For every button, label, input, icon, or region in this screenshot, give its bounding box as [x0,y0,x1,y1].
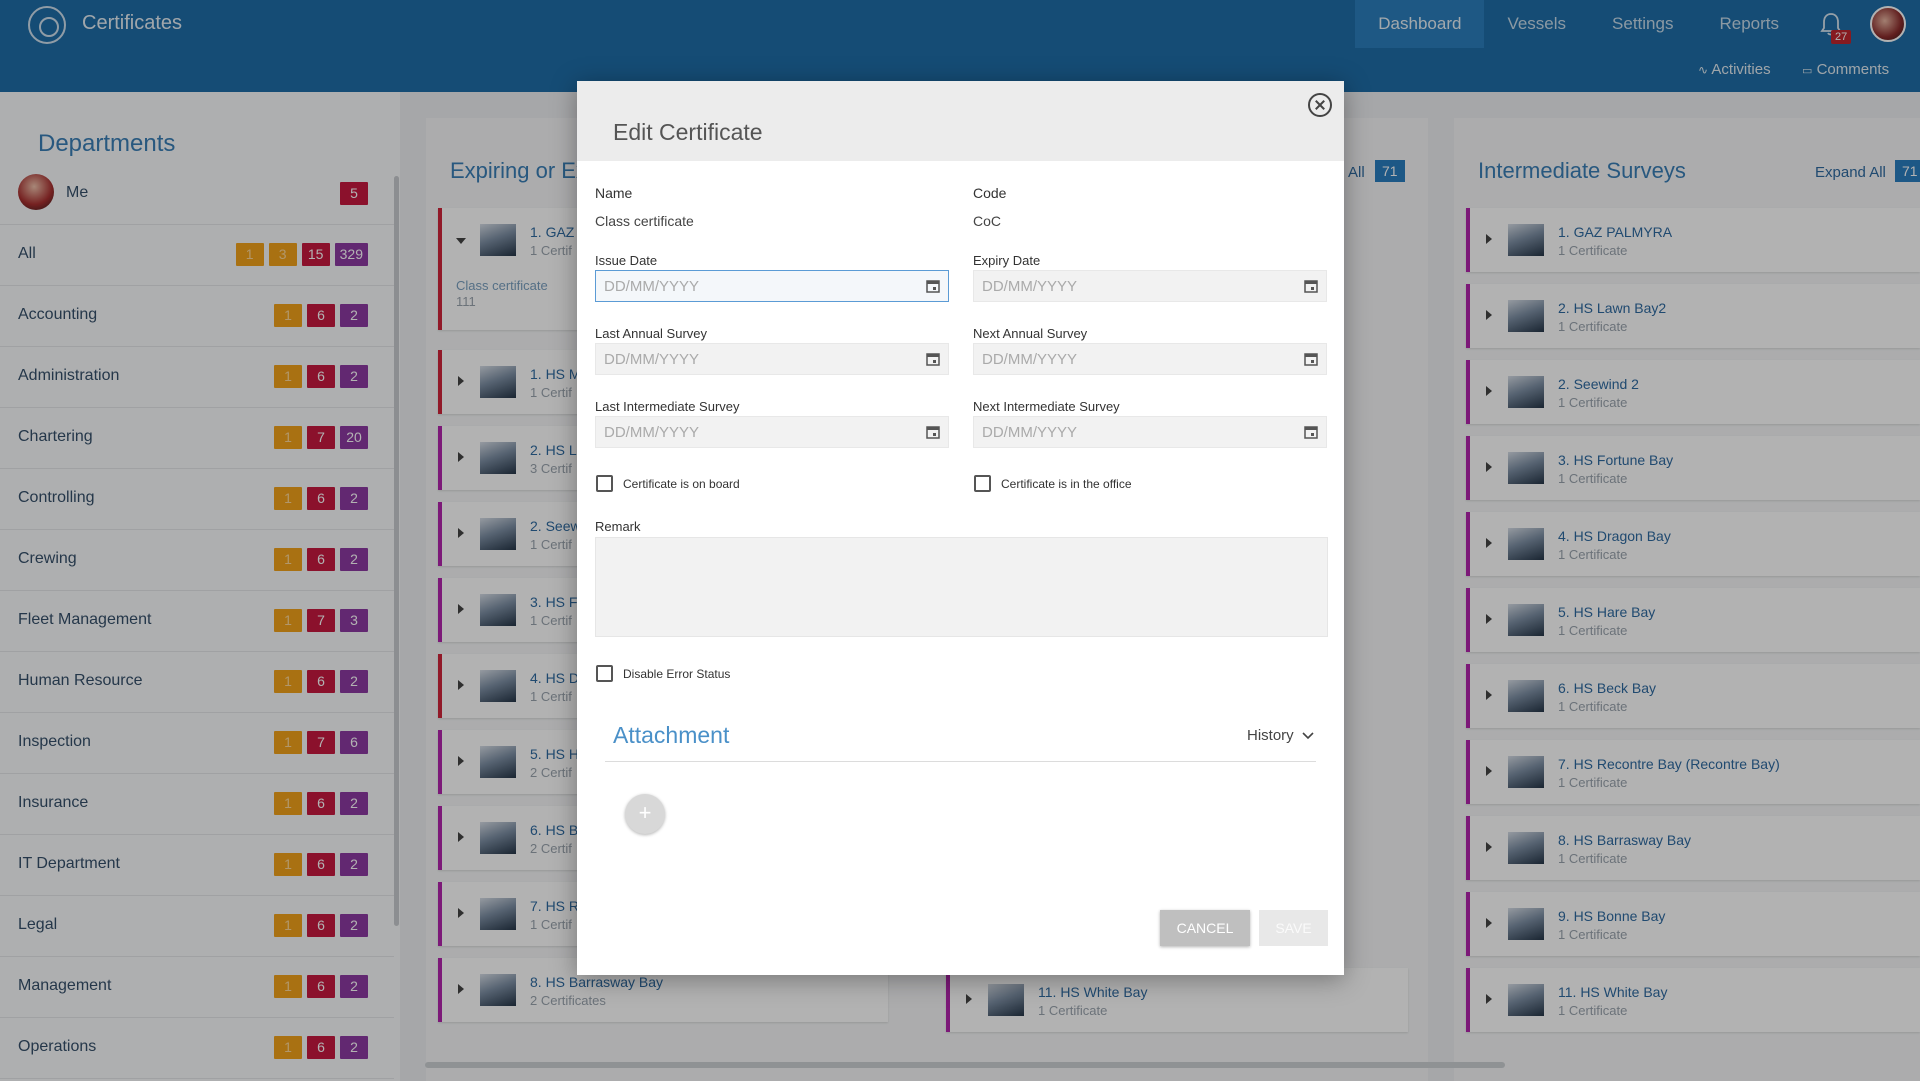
next-intermediate-survey-label: Next Intermediate Survey [973,399,1120,414]
expiry-date-field[interactable] [973,270,1327,302]
cancel-button[interactable]: CANCEL [1160,910,1250,946]
save-button[interactable]: SAVE [1259,910,1328,946]
history-toggle[interactable]: History [1247,727,1314,744]
calendar-icon[interactable] [926,279,940,293]
expiry-date-label: Expiry Date [973,253,1041,268]
remark-label: Remark [595,519,641,534]
attachment-divider [605,761,1316,762]
remark-textarea[interactable] [595,537,1328,637]
code-label: Code [973,185,1007,201]
modal-title: Edit Certificate [613,119,763,145]
in-office-label: Certificate is in the office [1001,477,1132,491]
last-annual-survey-label: Last Annual Survey [595,326,708,341]
next-intermediate-survey-input[interactable] [974,417,1284,447]
last-annual-survey-field[interactable] [595,343,949,375]
calendar-icon[interactable] [926,425,940,439]
in-office-checkbox[interactable] [974,475,991,492]
calendar-icon[interactable] [1304,352,1318,366]
calendar-icon[interactable] [1304,279,1318,293]
last-intermediate-survey-input[interactable] [596,417,906,447]
issue-date-label: Issue Date [595,253,658,268]
chevron-down-icon [1302,732,1314,740]
last-intermediate-survey-field[interactable] [595,416,949,448]
disable-error-status-checkbox[interactable] [596,665,613,682]
issue-date-field[interactable] [595,270,949,302]
calendar-icon[interactable] [926,352,940,366]
issue-date-input[interactable] [596,271,906,301]
add-attachment-button[interactable]: + [625,794,665,834]
code-value: CoC [973,213,1002,229]
name-value: Class certificate [595,213,694,229]
next-annual-survey-field[interactable] [973,343,1327,375]
name-label: Name [595,185,633,201]
plus-icon: + [638,800,652,825]
disable-error-status-label: Disable Error Status [623,667,731,681]
next-annual-survey-label: Next Annual Survey [973,326,1088,341]
on-board-checkbox[interactable] [596,475,613,492]
close-icon[interactable] [1308,93,1332,117]
modal-header: Edit Certificate [577,81,1344,161]
on-board-label: Certificate is on board [623,477,740,491]
last-annual-survey-input[interactable] [596,344,906,374]
calendar-icon[interactable] [1304,425,1318,439]
next-intermediate-survey-field[interactable] [973,416,1327,448]
last-intermediate-survey-label: Last Intermediate Survey [595,399,740,414]
expiry-date-input[interactable] [974,271,1284,301]
next-annual-survey-input[interactable] [974,344,1284,374]
attachment-title: Attachment [613,722,730,748]
edit-certificate-modal: Edit Certificate Name Class certificate … [577,81,1344,975]
